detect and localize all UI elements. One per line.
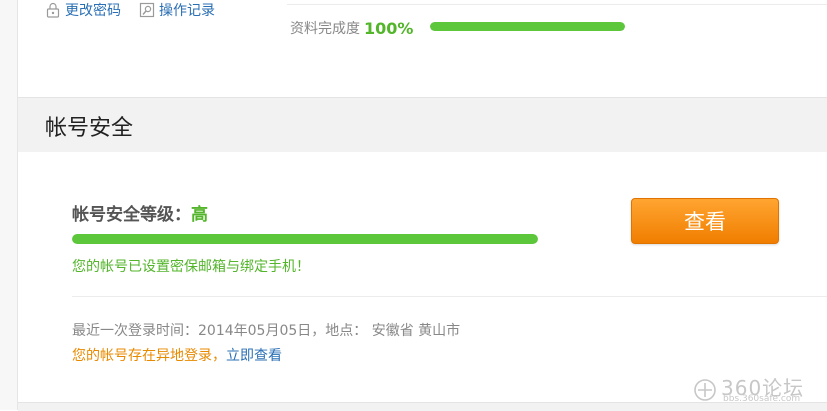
top-divider <box>287 4 827 5</box>
change-password-link[interactable]: 更改密码 <box>45 0 121 20</box>
completion-progress-bar <box>430 22 625 31</box>
watermark-logo-icon <box>693 378 717 402</box>
security-message: 您的帐号已设置密保邮箱与绑定手机！ <box>72 259 310 275</box>
operation-log-label: 操作记录 <box>159 3 215 19</box>
section-title: 帐号安全 <box>45 116 134 141</box>
security-level: 帐号安全等级：高 <box>72 200 208 225</box>
log-icon <box>139 2 155 18</box>
section-header: 帐号安全 <box>18 97 827 152</box>
security-progress-fill <box>72 234 538 244</box>
operation-log-link[interactable]: 操作记录 <box>139 0 215 20</box>
security-level-label: 帐号安全等级： <box>72 205 191 225</box>
left-gutter <box>0 0 18 410</box>
page: 更改密码 操作记录 资料完成度 100% 帐号安全 帐号安全等级：高 您的帐号已… <box>0 0 827 411</box>
security-level-value: 高 <box>191 205 208 225</box>
divider <box>72 296 827 297</box>
view-now-link[interactable]: 立即查看 <box>226 348 282 364</box>
completion-label: 资料完成度 <box>290 21 360 37</box>
completion-progress-fill <box>430 22 625 31</box>
lock-icon <box>45 2 61 18</box>
abnormal-login-text: 您的帐号存在异地登录， <box>72 348 226 364</box>
profile-completion: 资料完成度 100% <box>290 18 413 38</box>
watermark-url: bbs.360safe.com <box>723 394 801 404</box>
abnormal-login-warning: 您的帐号存在异地登录，立即查看 <box>72 345 282 365</box>
view-security-button[interactable]: 查看 <box>631 198 779 244</box>
change-password-label: 更改密码 <box>65 3 121 19</box>
security-progress-bar <box>72 234 538 244</box>
watermark: 360论坛 bbs.360safe.com <box>693 372 823 408</box>
completion-value: 100% <box>364 18 414 38</box>
last-login-info: 最近一次登录时间：2014年05月05日，地点： 安徽省 黄山市 <box>72 323 461 339</box>
